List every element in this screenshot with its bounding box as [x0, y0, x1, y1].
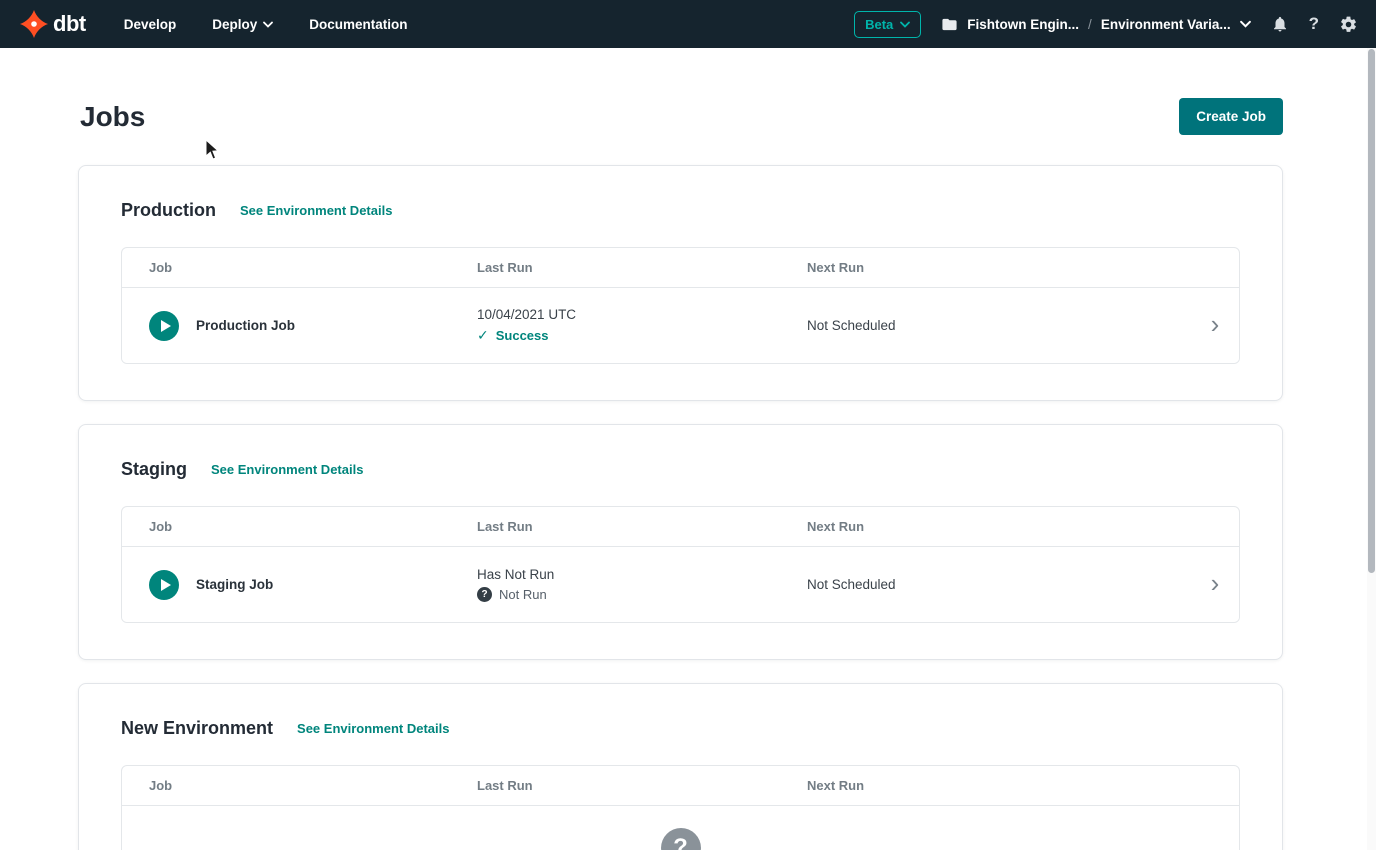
column-header-last-run: Last Run [477, 260, 807, 275]
nav-item-documentation-label: Documentation [309, 17, 407, 32]
run-job-play-button[interactable] [149, 570, 179, 600]
scrollbar-track[interactable] [1367, 48, 1376, 850]
last-run-status-label: Success [496, 328, 549, 343]
empty-state-question-icon: ? [661, 828, 701, 850]
job-table: Job Last Run Next Run Production Job 10/… [121, 247, 1240, 364]
environment-name: New Environment [121, 718, 273, 739]
environment-header: Staging See Environment Details [79, 425, 1282, 506]
dbt-logo-icon [20, 10, 48, 38]
next-run-value: Not Scheduled [807, 577, 1191, 592]
job-table: Job Last Run Next Run ? [121, 765, 1240, 850]
folder-icon [941, 16, 958, 33]
nav-item-documentation[interactable]: Documentation [309, 17, 407, 32]
environment-name: Production [121, 200, 216, 221]
column-header-next-run: Next Run [807, 519, 1191, 534]
job-row-production-job[interactable]: Production Job 10/04/2021 UTC ✓ Success … [122, 287, 1239, 363]
breadcrumb-separator: / [1088, 17, 1092, 32]
notifications-bell-icon[interactable] [1271, 15, 1289, 33]
breadcrumb-page[interactable]: Environment Varia... [1101, 17, 1231, 32]
nav-item-deploy[interactable]: Deploy [212, 17, 273, 32]
breadcrumb: Fishtown Engin... / Environment Varia... [941, 16, 1250, 33]
beta-dropdown[interactable]: Beta [854, 11, 921, 38]
see-environment-details-link[interactable]: See Environment Details [297, 721, 449, 736]
last-run-status: ? Not Run [477, 587, 807, 602]
last-run-status: ✓ Success [477, 327, 807, 344]
column-header-job: Job [149, 519, 477, 534]
help-icon[interactable]: ? [1309, 14, 1319, 34]
job-table-header: Job Last Run Next Run [122, 248, 1239, 287]
chevron-right-icon[interactable]: › [1211, 570, 1220, 596]
navbar-right: Beta Fishtown Engin... / Environment Var… [854, 11, 1358, 38]
chevron-down-icon [900, 21, 910, 28]
empty-jobs-row: ? [122, 805, 1239, 850]
environment-name: Staging [121, 459, 187, 480]
last-run-date: 10/04/2021 UTC [477, 307, 807, 322]
job-name: Production Job [196, 318, 295, 333]
dbt-logo[interactable]: dbt [20, 10, 86, 38]
chevron-down-icon[interactable] [1240, 20, 1251, 28]
column-header-last-run: Last Run [477, 778, 807, 793]
environment-card-staging: Staging See Environment Details Job Last… [78, 424, 1283, 660]
not-run-question-icon: ? [477, 587, 492, 602]
job-table: Job Last Run Next Run Staging Job Has No… [121, 506, 1240, 623]
dbt-logo-text: dbt [53, 11, 86, 37]
environment-header: New Environment See Environment Details [79, 684, 1282, 765]
play-icon [161, 320, 171, 332]
page-title: Jobs [80, 101, 145, 133]
play-icon [161, 579, 171, 591]
scrollbar-thumb[interactable] [1368, 49, 1375, 573]
nav-item-develop-label: Develop [124, 17, 177, 32]
see-environment-details-link[interactable]: See Environment Details [211, 462, 363, 477]
job-row-staging-job[interactable]: Staging Job Has Not Run ? Not Run Not Sc… [122, 546, 1239, 622]
beta-label: Beta [865, 17, 893, 32]
environment-header: Production See Environment Details [79, 166, 1282, 247]
top-navbar: dbt Develop Deploy Documentation Beta Fi… [0, 0, 1376, 48]
next-run-value: Not Scheduled [807, 318, 1191, 333]
environment-card-new-environment: New Environment See Environment Details … [78, 683, 1283, 850]
main-content: Jobs Create Job Production See Environme… [0, 0, 1376, 850]
main-nav: Develop Deploy Documentation [124, 17, 408, 32]
job-name: Staging Job [196, 577, 273, 592]
environment-card-production: Production See Environment Details Job L… [78, 165, 1283, 401]
job-table-header: Job Last Run Next Run [122, 766, 1239, 805]
column-header-next-run: Next Run [807, 778, 1191, 793]
chevron-right-icon[interactable]: › [1211, 311, 1220, 337]
see-environment-details-link[interactable]: See Environment Details [240, 203, 392, 218]
column-header-last-run: Last Run [477, 519, 807, 534]
breadcrumb-project[interactable]: Fishtown Engin... [967, 17, 1079, 32]
column-header-job: Job [149, 778, 477, 793]
success-check-icon: ✓ [477, 327, 489, 344]
job-table-header: Job Last Run Next Run [122, 507, 1239, 546]
settings-gear-icon[interactable] [1339, 15, 1358, 34]
chevron-down-icon [263, 21, 273, 28]
last-run-date: Has Not Run [477, 567, 807, 582]
nav-item-develop[interactable]: Develop [124, 17, 177, 32]
page-header: Jobs Create Job [78, 98, 1283, 135]
last-run-status-label: Not Run [499, 587, 547, 602]
column-header-job: Job [149, 260, 477, 275]
run-job-play-button[interactable] [149, 311, 179, 341]
nav-item-deploy-label: Deploy [212, 17, 257, 32]
column-header-next-run: Next Run [807, 260, 1191, 275]
create-job-button[interactable]: Create Job [1179, 98, 1283, 135]
